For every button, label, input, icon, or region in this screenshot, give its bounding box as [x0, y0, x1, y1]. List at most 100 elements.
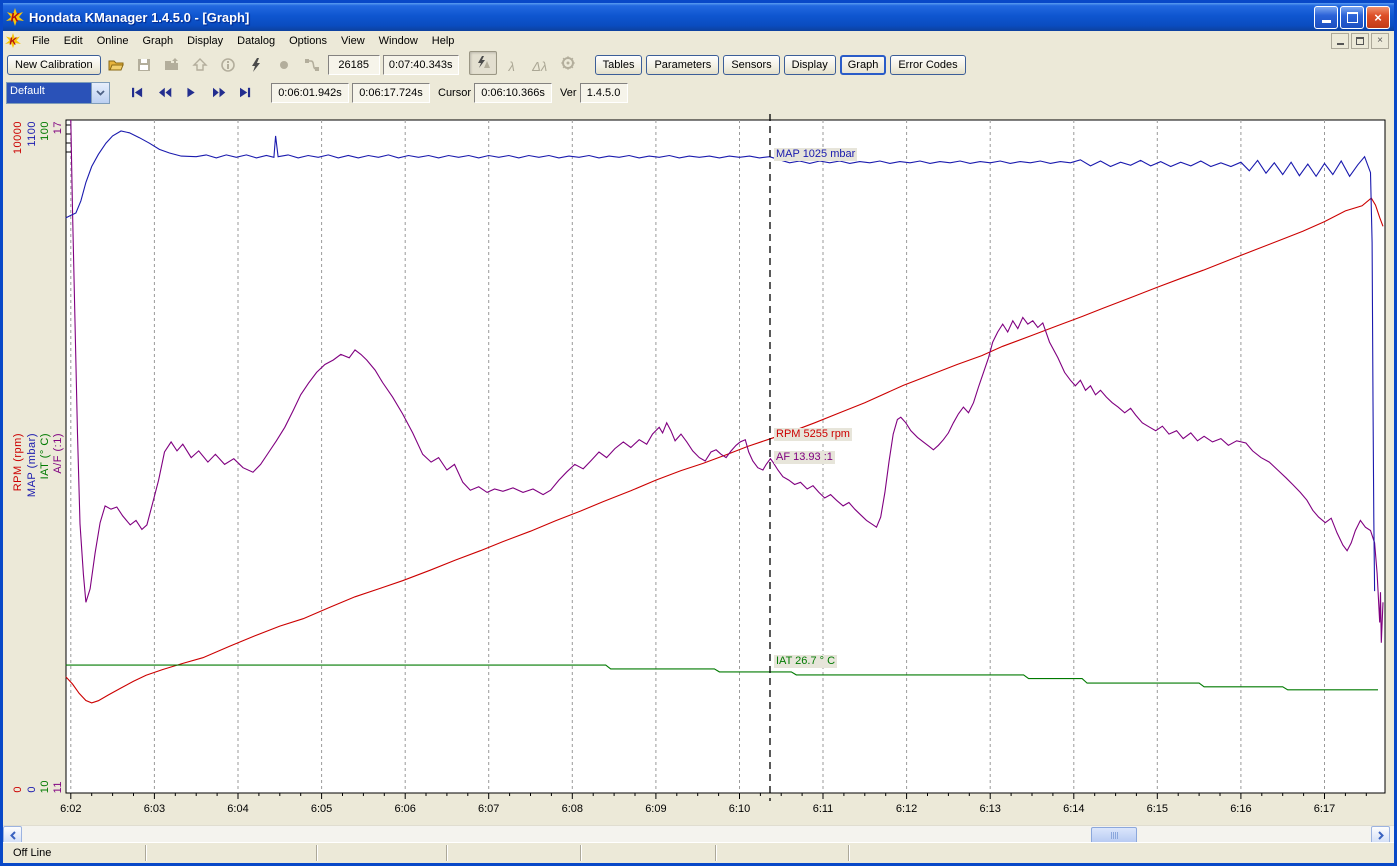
- horizontal-scrollbar[interactable]: [3, 825, 1394, 843]
- status-divider: [145, 845, 146, 861]
- axis-name-label-a/f: A/F (:1): [52, 433, 64, 474]
- app-icon: K: [6, 8, 24, 26]
- svg-text:K: K: [9, 37, 17, 48]
- status-divider: [446, 845, 447, 861]
- lambda-icon: λ: [499, 56, 525, 78]
- app-window: K Hondata KManager 1.4.5.0 - [Graph] × K…: [0, 0, 1397, 866]
- menu-item-view[interactable]: View: [334, 33, 372, 49]
- axis-max-label-map: 1100: [26, 121, 38, 147]
- svg-text:6:15: 6:15: [1147, 803, 1168, 815]
- chevron-down-icon[interactable]: [91, 83, 109, 103]
- mdi-restore-button[interactable]: [1351, 33, 1369, 49]
- axis-max-label-iat: 100: [39, 121, 51, 141]
- svg-text:6:08: 6:08: [562, 803, 583, 815]
- cursor-label: Cursor: [438, 87, 471, 99]
- menu-item-options[interactable]: Options: [282, 33, 334, 49]
- view-button-graph[interactable]: Graph: [840, 55, 887, 75]
- menu-item-datalog[interactable]: Datalog: [230, 33, 282, 49]
- axis-name-label-map: MAP (mbar): [26, 433, 38, 497]
- datalog-upload-button: [469, 51, 497, 75]
- view-button-tables[interactable]: Tables: [595, 55, 643, 75]
- status-divider: [316, 845, 317, 861]
- status-divider: [848, 845, 849, 861]
- preset-value: Default: [7, 83, 91, 103]
- info-icon: [215, 54, 241, 76]
- document-icon: K: [5, 33, 21, 48]
- record-icon: [271, 54, 297, 76]
- skip-end-button[interactable]: [234, 83, 259, 103]
- rewind-button[interactable]: [153, 83, 178, 103]
- svg-text:6:14: 6:14: [1063, 803, 1084, 815]
- open-folder-icon[interactable]: [103, 54, 129, 76]
- view-button-error-codes[interactable]: Error Codes: [890, 55, 965, 75]
- play-button[interactable]: [180, 83, 205, 103]
- axis-name-label-rpm: RPM (rpm): [12, 433, 24, 491]
- close-button[interactable]: ×: [1366, 6, 1390, 29]
- mdi-minimize-button[interactable]: [1331, 33, 1349, 49]
- maximize-icon: [1347, 12, 1358, 23]
- mdi-close-button[interactable]: ×: [1371, 33, 1389, 49]
- minimize-button[interactable]: [1314, 6, 1338, 29]
- status-bar: Off Line: [3, 842, 1394, 864]
- svg-text:6:07: 6:07: [478, 803, 499, 815]
- version-box: 1.4.5.0: [580, 83, 628, 103]
- trace-icon: [299, 54, 325, 76]
- cursor-value-label-iat: IAT 26.7 ° C: [774, 655, 837, 668]
- online-bolt-icon[interactable]: [243, 54, 269, 76]
- version-label: Ver: [560, 87, 577, 99]
- svg-text:K: K: [11, 11, 21, 25]
- axis-name-label-iat: IAT (° C): [39, 433, 51, 479]
- graph-plot[interactable]: 6:026:036:046:056:066:076:086:096:106:11…: [3, 107, 1397, 825]
- menu-item-display[interactable]: Display: [180, 33, 230, 49]
- menu-item-help[interactable]: Help: [425, 33, 462, 49]
- title-bar: K Hondata KManager 1.4.5.0 - [Graph] ×: [3, 3, 1394, 31]
- svg-text:6:04: 6:04: [227, 803, 248, 815]
- axis-max-label-a/f: 17: [52, 121, 64, 134]
- svg-text:6:16: 6:16: [1230, 803, 1251, 815]
- preset-combobox[interactable]: Default: [6, 82, 110, 104]
- status-divider: [715, 845, 716, 861]
- menu-item-online[interactable]: Online: [90, 33, 136, 49]
- svg-text:6:17: 6:17: [1314, 803, 1335, 815]
- menu-item-edit[interactable]: Edit: [57, 33, 90, 49]
- save-calibration-icon: [159, 54, 185, 76]
- svg-text:6:05: 6:05: [311, 803, 332, 815]
- menu-item-window[interactable]: Window: [372, 33, 425, 49]
- view-button-parameters[interactable]: Parameters: [646, 55, 719, 75]
- range-start-box: 0:06:01.942s: [271, 83, 349, 103]
- total-time-box: 0:07:40.343s: [383, 55, 459, 75]
- mdi-restore-icon: [1356, 37, 1364, 45]
- view-button-display[interactable]: Display: [784, 55, 836, 75]
- playback-toolbar: Default 0:06:01.942s 0:06:17.724s Cursor…: [3, 79, 1394, 107]
- axis-min-label-rpm: 0: [12, 786, 24, 793]
- svg-text:6:03: 6:03: [144, 803, 165, 815]
- mdi-minimize-icon: [1337, 43, 1344, 45]
- menu-item-graph[interactable]: Graph: [136, 33, 181, 49]
- status-text: Off Line: [13, 847, 51, 859]
- range-end-box: 0:06:17.724s: [352, 83, 430, 103]
- view-button-sensors[interactable]: Sensors: [723, 55, 779, 75]
- window-title: Hondata KManager 1.4.5.0 - [Graph]: [29, 10, 1314, 25]
- cursor-time-box: 0:06:10.366s: [474, 83, 552, 103]
- skip-start-button[interactable]: [126, 83, 151, 103]
- cursor-value-label-rpm: RPM 5255 rpm: [774, 428, 852, 441]
- minimize-icon: [1322, 20, 1331, 23]
- menu-item-file[interactable]: File: [25, 33, 57, 49]
- frame-count-box: 26185: [328, 55, 380, 75]
- main-toolbar: New Calibration 26185 0:07:40.343s λΔλ T…: [3, 50, 1394, 80]
- cursor-value-label-af: AF 13.93 :1: [774, 451, 835, 464]
- axis-min-label-iat: 10: [39, 780, 51, 793]
- axis-min-label-a/f: 11: [52, 781, 64, 793]
- new-calibration-button[interactable]: New Calibration: [7, 55, 101, 75]
- svg-text:6:02: 6:02: [60, 803, 81, 815]
- graph-panel: 6:026:036:046:056:066:076:086:096:106:11…: [3, 107, 1397, 825]
- cursor-value-label-map: MAP 1025 mbar: [774, 148, 857, 161]
- fast-forward-button[interactable]: [207, 83, 232, 103]
- maximize-button[interactable]: [1340, 6, 1364, 29]
- upload-icon: [187, 54, 213, 76]
- menu-bar: K FileEditOnlineGraphDisplayDatalogOptio…: [3, 31, 1394, 51]
- svg-text:6:06: 6:06: [394, 803, 415, 815]
- svg-text:6:11: 6:11: [813, 803, 834, 815]
- svg-text:6:13: 6:13: [979, 803, 1000, 815]
- svg-text:6:12: 6:12: [896, 803, 917, 815]
